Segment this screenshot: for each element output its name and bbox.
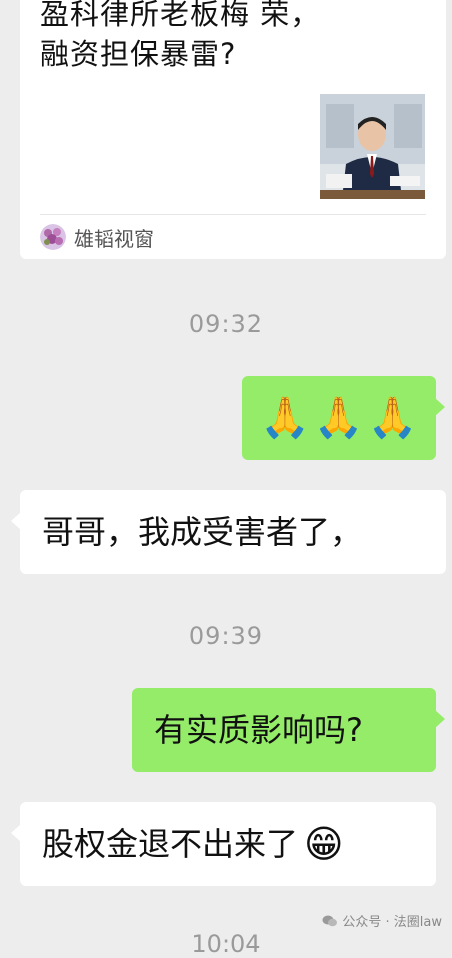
wechat-icon	[322, 913, 338, 929]
message-text: 股权金退不出来了	[42, 825, 299, 863]
message-text: 哥哥，我成受害者了，	[42, 513, 363, 551]
timestamp: 09:39	[188, 622, 264, 650]
chat-window: 盈科律所老板梅 荣， 融资担保暴雷? 雄韬视窗 09:32 🙏 🙏 🙏 哥哥，我…	[0, 0, 452, 958]
source-name: 雄韬视窗	[74, 226, 154, 251]
bubble-tail	[11, 824, 21, 842]
watermark: 公众号 · 法圈law	[322, 911, 442, 930]
shared-article-card[interactable]: 盈科律所老板梅 荣， 融资担保暴雷? 雄韬视窗	[20, 0, 446, 259]
folded-hands-icon: 🙏	[260, 395, 310, 441]
emoji-row: 🙏 🙏 🙏	[260, 398, 417, 438]
outgoing-message-bubble[interactable]: 🙏 🙏 🙏	[242, 376, 445, 460]
grinning-face-icon: 😁	[304, 822, 344, 866]
bubble-tail	[435, 398, 445, 416]
bubble-tail	[11, 512, 21, 530]
folded-hands-icon: 🙏	[367, 395, 418, 441]
timestamp-partial: 10:04	[191, 930, 261, 958]
source-avatar-icon	[40, 224, 66, 250]
message-text: 有实质影响吗?	[154, 711, 363, 749]
incoming-message-bubble[interactable]: 哥哥，我成受害者了，	[11, 490, 446, 574]
card-divider	[40, 214, 426, 215]
incoming-message-bubble[interactable]: 股权金退不出来了 😁	[11, 802, 436, 886]
folded-hands-icon: 🙏	[313, 395, 364, 441]
timestamp: 09:32	[188, 310, 264, 338]
article-source: 雄韬视窗	[40, 222, 154, 252]
person-photo-icon	[320, 94, 425, 199]
watermark-text: 公众号 · 法圈law	[342, 915, 442, 930]
outgoing-message-bubble[interactable]: 有实质影响吗?	[132, 688, 445, 772]
article-thumbnail	[320, 94, 425, 199]
article-title: 盈科律所老板梅 荣， 融资担保暴雷?	[40, 0, 321, 71]
bubble-tail	[435, 710, 445, 728]
